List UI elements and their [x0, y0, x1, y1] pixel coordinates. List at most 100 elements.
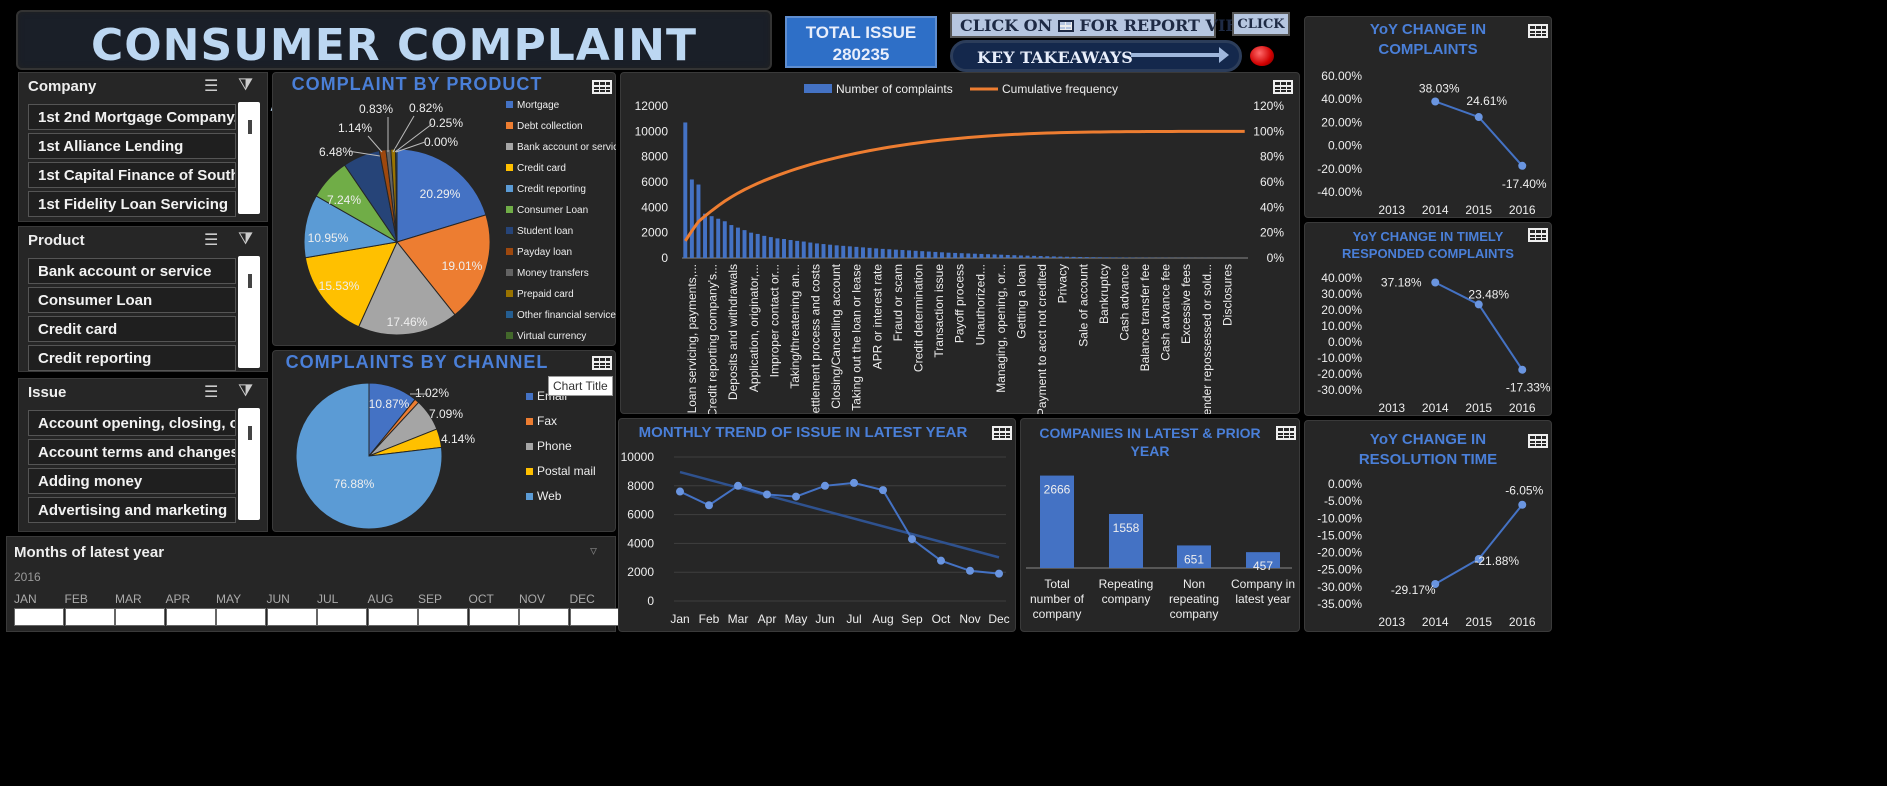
month-cell[interactable]: [317, 608, 367, 626]
y2-tick-label: 0%: [1267, 251, 1285, 265]
table-icon[interactable]: [592, 80, 612, 94]
pie-data-label: 0.82%: [409, 101, 443, 115]
table-icon[interactable]: [1528, 228, 1548, 242]
y-tick-label: 0: [661, 251, 668, 265]
product-slicer-title: Product: [28, 232, 85, 249]
pareto-bar: [828, 244, 833, 258]
multi-select-icon[interactable]: ☰: [204, 76, 218, 96]
trend-point: [937, 556, 945, 565]
x-tick-label: Repeating company: [1099, 577, 1154, 606]
pie-data-label: 7.24%: [327, 193, 361, 207]
month-cell[interactable]: [216, 608, 266, 626]
legend-swatch: [526, 393, 533, 400]
month-cell[interactable]: [64, 608, 115, 626]
product-slicer-item[interactable]: Credit reporting: [28, 345, 236, 371]
y-tick-label: 2000: [641, 226, 668, 240]
yoy-data-label: -17.40%: [1502, 177, 1547, 191]
report-view-button[interactable]: CLICK ON FOR REPORT VIEW: [950, 12, 1256, 38]
company-slicer-item[interactable]: 1st Fidelity Loan Servicing: [28, 191, 236, 217]
yoy-complaints-chart: -40.00% -20.00% 0.00% 20.00% 40.00% 60.00% 201…: [1317, 69, 1547, 217]
company-slicer-scrollbar[interactable]: [238, 102, 260, 214]
month-cell[interactable]: [468, 608, 519, 626]
issue-slicer-item[interactable]: Advertising and marketing: [28, 497, 236, 523]
x-tick-label: Non repeating company: [1169, 577, 1219, 621]
yoy-point: [1474, 113, 1483, 122]
pareto-bar: [880, 248, 885, 258]
company-slicer-item[interactable]: 1st Alliance Lending: [28, 133, 236, 159]
pareto-bar: [814, 243, 819, 258]
y-tick-label: 0.00%: [1328, 335, 1362, 349]
x-tick-label: Fraud or scam: [891, 264, 905, 341]
total-issue-value: 280235: [832, 45, 890, 64]
pareto-bar: [716, 218, 721, 258]
pareto-bar: [887, 249, 892, 258]
legend-label: Mortgage: [517, 100, 560, 111]
table-icon[interactable]: [992, 426, 1012, 440]
pie-data-label: 10.87%: [369, 397, 410, 411]
month-cell[interactable]: [14, 608, 64, 626]
product-slicer-scrollbar[interactable]: [238, 256, 260, 368]
pareto-bar: [755, 233, 760, 258]
pareto-bar: [999, 254, 1004, 258]
pareto-bar: [920, 251, 925, 258]
month-cell[interactable]: [266, 608, 317, 626]
legend-swatch: [804, 84, 832, 93]
bar-data-label: 2666: [1044, 483, 1071, 497]
key-takeaways-button[interactable]: KEY TAKEAWAYS: [950, 40, 1242, 72]
legend-swatch: [506, 311, 513, 318]
pareto-bar: [762, 235, 767, 258]
issue-slicer-item[interactable]: Account opening, closing, o...: [28, 410, 236, 436]
y-tick-label: 8000: [627, 479, 654, 493]
x-tick-label: Sep: [901, 612, 923, 626]
company-slicer-item[interactable]: 1st 2nd Mortgage Company...: [28, 104, 236, 130]
x-tick-label: Getting a loan: [1014, 264, 1028, 339]
product-slicer-item[interactable]: Credit card: [28, 316, 236, 342]
clear-filter-icon[interactable]: ⧩: [238, 229, 253, 249]
legend-swatch: [506, 164, 513, 171]
pareto-bar: [1065, 256, 1069, 258]
issue-slicer-scrollbar[interactable]: [238, 408, 260, 520]
product-slicer-item[interactable]: Consumer Loan: [28, 287, 236, 313]
pareto-bar: [1071, 256, 1076, 258]
months-slicer-clear-filter-icon[interactable]: ▿: [590, 542, 597, 559]
table-icon[interactable]: [592, 356, 612, 370]
legend-label: Consumer Loan: [517, 205, 588, 216]
pie-data-label: 19.01%: [442, 259, 483, 273]
pie-data-label: 4.14%: [441, 432, 475, 446]
clear-filter-icon[interactable]: ⧩: [238, 381, 253, 401]
month-cell[interactable]: [165, 608, 216, 626]
table-icon[interactable]: [1528, 24, 1548, 38]
x-tick-label: Payoff process: [953, 264, 967, 343]
x-tick-label: Application, originator,...: [747, 264, 761, 392]
clear-filter-icon[interactable]: ⧩: [238, 75, 253, 95]
multi-select-icon[interactable]: ☰: [204, 382, 218, 402]
month-cell[interactable]: [367, 608, 418, 626]
y-tick-label: -30.00%: [1317, 580, 1362, 594]
month-cell[interactable]: [519, 608, 569, 626]
x-tick-label: 2014: [1422, 203, 1449, 217]
pareto-bar: [1078, 256, 1083, 258]
pareto-bar: [775, 238, 780, 258]
month-cell[interactable]: [569, 608, 620, 626]
x-tick-label: 2013: [1378, 401, 1405, 415]
arrow-head-icon: [1219, 47, 1229, 63]
pareto-bar: [801, 241, 806, 258]
chart-title-tooltip: Chart Title: [548, 376, 613, 396]
month-cell[interactable]: [115, 608, 165, 626]
issue-slicer-item[interactable]: Account terms and changes: [28, 439, 236, 465]
y-tick-label: 4000: [641, 200, 668, 214]
total-issue-label: TOTAL ISSUE: [805, 23, 917, 42]
issue-slicer-item[interactable]: Adding money: [28, 468, 236, 494]
y-tick-label: 6000: [627, 508, 654, 522]
y-tick-label: 20.00%: [1321, 303, 1362, 317]
company-slicer-item[interactable]: 1st Capital Finance of South ...: [28, 162, 236, 188]
month-cell[interactable]: [418, 608, 468, 626]
pareto-bar: [972, 253, 977, 258]
table-icon[interactable]: [1528, 434, 1548, 448]
pareto-bar: [966, 253, 971, 258]
table-icon[interactable]: [1276, 426, 1296, 440]
multi-select-icon[interactable]: ☰: [204, 230, 218, 250]
product-slicer-item[interactable]: Bank account or service: [28, 258, 236, 284]
click-button[interactable]: CLICK: [1232, 12, 1290, 36]
legend-label: Prepaid card: [517, 289, 574, 300]
